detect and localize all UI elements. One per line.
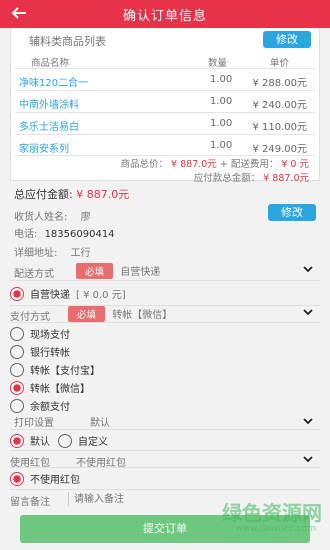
delivery-selected: 自营快递 bbox=[120, 267, 161, 278]
goods-qty: 1.00 bbox=[210, 118, 233, 129]
print-selected: 默认 bbox=[90, 418, 110, 429]
edit-receiver-button[interactable]: 修改 bbox=[268, 204, 316, 221]
print-option-default[interactable]: 默认 bbox=[30, 433, 50, 448]
address-value: 工行 bbox=[70, 248, 91, 259]
payment-option[interactable]: 现场支付 bbox=[10, 326, 70, 341]
radio-checked-icon[interactable] bbox=[10, 286, 24, 301]
watermark-logo: 绿色资源网 bbox=[222, 501, 322, 525]
radio-checked-icon[interactable] bbox=[10, 471, 24, 486]
shipping-label: + 配送费用： bbox=[219, 159, 279, 170]
radio-unchecked-icon[interactable] bbox=[58, 433, 72, 448]
payment-option-label: 转帐【支付宝】 bbox=[30, 366, 100, 377]
required-badge: 必填 bbox=[68, 306, 106, 322]
watermark-url: www.downcc.com bbox=[235, 524, 316, 534]
address-line: 详细地址: 工行 bbox=[14, 244, 91, 259]
payment-option-label: 余额支付 bbox=[30, 402, 70, 413]
coupon-selected: 不使用红包 bbox=[76, 458, 126, 469]
print-selector[interactable]: 打印设置 默认 bbox=[10, 412, 320, 430]
delivery-selector[interactable]: 配送方式 必填 自营快递 bbox=[10, 263, 320, 281]
subtotal-line: 商品总价： ¥ 887.0元 + 配送费用： ¥ 0 元 bbox=[121, 156, 310, 170]
goods-name: 中南外墙涂料 bbox=[19, 100, 79, 111]
table-row[interactable]: 中南外墙涂料 1.00 ¥ 240.00元 bbox=[15, 90, 315, 112]
payable-value: ¥ 887.0元 bbox=[263, 173, 309, 184]
payment-selector[interactable]: 支付方式 必填 转帐【微信】 bbox=[10, 305, 320, 323]
subtotal-value: ¥ 887.0元 bbox=[171, 159, 217, 170]
payment-option[interactable]: 转帐【微信】 bbox=[10, 380, 90, 395]
total-value: ¥ 887.0元 bbox=[76, 188, 130, 201]
goods-price: ¥ 288.00元 bbox=[252, 78, 307, 89]
top-bar: 确认订单信息 bbox=[0, 0, 330, 28]
payment-option[interactable]: 转帐【支付宝】 bbox=[10, 362, 100, 377]
receiver-line: 收货人姓名: 廖 bbox=[14, 208, 91, 223]
goods-name: 多乐士洁易白 bbox=[19, 122, 79, 133]
payable-label: 应付款总金额： bbox=[193, 173, 261, 184]
radio-unchecked-icon[interactable] bbox=[10, 362, 24, 377]
chevron-down-icon[interactable] bbox=[302, 453, 314, 468]
goods-qty: 1.00 bbox=[210, 96, 233, 107]
delivery-label: 配送方式 bbox=[14, 269, 54, 280]
print-option-custom[interactable]: 自定义 bbox=[78, 433, 108, 448]
phone-label: 电话: bbox=[14, 229, 38, 240]
chevron-down-icon[interactable] bbox=[302, 263, 314, 278]
coupon-label: 使用红包 bbox=[10, 458, 50, 469]
arrow-left-icon[interactable] bbox=[10, 4, 28, 27]
coupon-option[interactable]: 不使用红包 bbox=[10, 471, 80, 486]
payment-option[interactable]: 银行转帐 bbox=[10, 344, 70, 359]
payment-option-label: 现场支付 bbox=[30, 330, 70, 341]
goods-name: 净味120二合一 bbox=[19, 78, 89, 89]
goods-price: ¥ 249.00元 bbox=[252, 144, 307, 155]
radio-unchecked-icon[interactable] bbox=[10, 344, 24, 359]
payment-option[interactable]: 余额支付 bbox=[10, 398, 70, 413]
column-price: 单价 bbox=[270, 58, 290, 69]
receiver-label: 收货人姓名: bbox=[14, 212, 68, 223]
delivery-option-fee: [ ¥ 0.0 元] bbox=[76, 290, 126, 301]
table-row[interactable]: 净味120二合一 1.00 ¥ 288.00元 bbox=[15, 68, 315, 90]
goods-qty: 1.00 bbox=[210, 140, 233, 151]
subtotal-label: 商品总价： bbox=[120, 159, 169, 170]
address-label: 详细地址: bbox=[14, 248, 58, 259]
coupon-option-label: 不使用红包 bbox=[30, 475, 80, 486]
receiver-value: 廖 bbox=[80, 212, 91, 223]
radio-unchecked-icon[interactable] bbox=[10, 326, 24, 341]
payable-line: 应付款总金额： ¥ 887.0元 bbox=[194, 170, 309, 184]
delivery-option[interactable]: 自营快递 [ ¥ 0.0 元] bbox=[10, 286, 126, 301]
required-badge: 必填 bbox=[76, 263, 114, 279]
goods-qty: 1.00 bbox=[210, 74, 233, 85]
print-options: 默认 自定义 bbox=[10, 433, 108, 448]
shipping-value: ¥ 0 元 bbox=[281, 159, 309, 170]
delivery-option-label: 自营快递 bbox=[30, 290, 70, 301]
total-label: 总应付金额: bbox=[14, 188, 73, 201]
print-label: 打印设置 bbox=[14, 418, 54, 429]
column-qty: 数量 bbox=[208, 58, 228, 69]
phone-line: 电话: 18356090414 bbox=[14, 225, 115, 240]
coupon-selector[interactable]: 使用红包 不使用红包 bbox=[10, 450, 320, 469]
payment-option-label: 转帐【微信】 bbox=[30, 384, 90, 395]
goods-price: ¥ 240.00元 bbox=[252, 100, 307, 111]
phone-value: 18356090414 bbox=[44, 229, 115, 240]
column-name: 商品名称 bbox=[31, 58, 70, 69]
goods-list-heading: 辅料类商品列表 bbox=[29, 35, 106, 48]
goods-list-panel: 辅料类商品列表 修改 商品名称 数量 单价 净味120二合一 1.00 ¥ 28… bbox=[10, 28, 320, 184]
table-row[interactable]: 多乐士洁易白 1.00 ¥ 110.00元 bbox=[15, 112, 315, 134]
radio-unchecked-icon[interactable] bbox=[10, 398, 24, 413]
goods-name: 家丽安系列 bbox=[19, 144, 69, 155]
remark-label: 留言备注 bbox=[10, 497, 50, 508]
edit-goods-button[interactable]: 修改 bbox=[263, 31, 311, 48]
payment-label: 支付方式 bbox=[10, 312, 50, 323]
chevron-down-icon[interactable] bbox=[302, 306, 314, 321]
radio-checked-icon[interactable] bbox=[10, 433, 24, 448]
chevron-down-icon[interactable] bbox=[302, 415, 314, 430]
payment-selected: 转帐【微信】 bbox=[112, 310, 173, 321]
total-line: 总应付金额: ¥ 887.0元 bbox=[14, 186, 129, 202]
payment-option-label: 银行转帐 bbox=[30, 348, 70, 359]
radio-checked-icon[interactable] bbox=[10, 380, 24, 395]
goods-price: ¥ 110.00元 bbox=[252, 122, 307, 133]
table-row[interactable]: 家丽安系列 1.00 ¥ 249.00元 bbox=[15, 134, 315, 156]
page-title: 确认订单信息 bbox=[122, 8, 207, 24]
